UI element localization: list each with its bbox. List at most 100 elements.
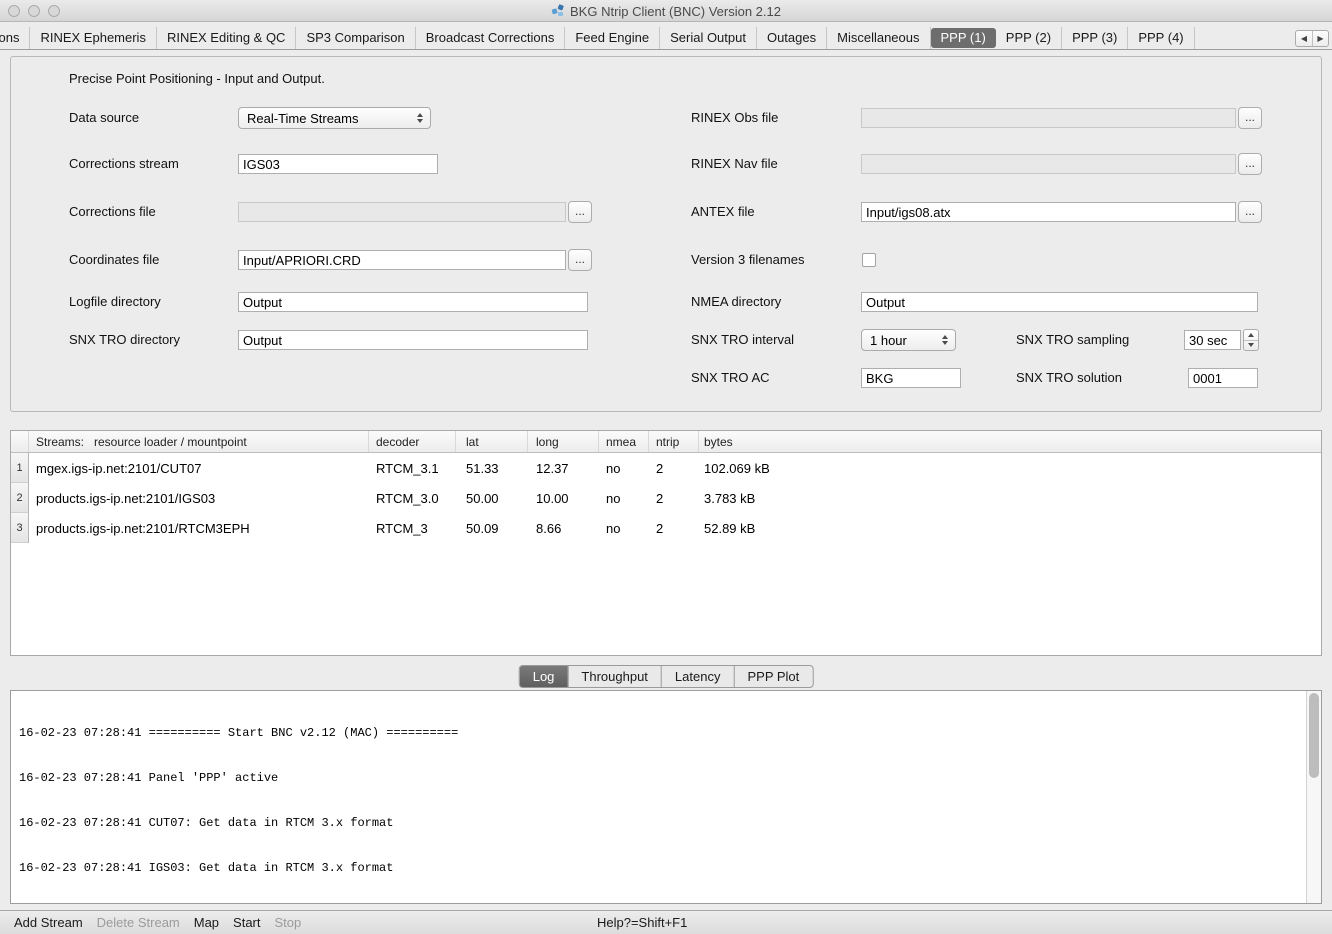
- header-lat: lat: [456, 431, 528, 452]
- log-scrollbar[interactable]: [1306, 691, 1321, 903]
- tab-broadcast-corrections[interactable]: Broadcast Corrections: [416, 27, 566, 49]
- logfile-directory-input[interactable]: [238, 292, 588, 312]
- add-stream-button[interactable]: Add Stream: [14, 915, 83, 930]
- nmea-directory-input[interactable]: [861, 292, 1258, 312]
- header-decoder: decoder: [369, 431, 456, 452]
- tab-outages[interactable]: Outages: [757, 27, 827, 49]
- log-view[interactable]: 16-02-23 07:28:41 ========== Start BNC v…: [10, 690, 1322, 904]
- corrections-stream-input[interactable]: [238, 154, 438, 174]
- minimize-window-button[interactable]: [28, 5, 40, 17]
- snx-tro-directory-input[interactable]: [238, 330, 588, 350]
- delete-stream-button[interactable]: Delete Stream: [97, 915, 180, 930]
- stepper-up-icon[interactable]: [1244, 330, 1258, 340]
- title-bar: BKG Ntrip Client (BNC) Version 2.12: [0, 0, 1332, 22]
- antex-file-input[interactable]: [861, 202, 1236, 222]
- data-source-select[interactable]: Real-Time Streams: [238, 107, 431, 129]
- tab-rinex-editing-qc[interactable]: RINEX Editing & QC: [157, 27, 297, 49]
- rinex-nav-file-label: RINEX Nav file: [691, 156, 778, 171]
- cell-lat: 51.33: [456, 453, 528, 483]
- tab-latency[interactable]: Latency: [661, 666, 734, 687]
- snx-tro-interval-select[interactable]: 1 hour: [861, 329, 956, 351]
- snx-tro-solution-label: SNX TRO solution: [1016, 370, 1122, 385]
- tab-feed-engine[interactable]: Feed Engine: [565, 27, 660, 49]
- window-title: BKG Ntrip Client (BNC) Version 2.12: [570, 4, 781, 19]
- corrections-file-input[interactable]: [238, 202, 566, 222]
- rinex-obs-file-browse-button[interactable]: ...: [1238, 107, 1262, 129]
- header-nmea: nmea: [599, 431, 649, 452]
- snx-tro-sampling-label: SNX TRO sampling: [1016, 332, 1129, 347]
- tab-miscellaneous[interactable]: Miscellaneous: [827, 27, 930, 49]
- cell-nmea: no: [599, 513, 649, 543]
- tab-partial-left[interactable]: tions: [0, 27, 30, 49]
- corrections-stream-label: Corrections stream: [69, 156, 179, 171]
- coordinates-file-browse-button[interactable]: ...: [568, 249, 592, 271]
- cell-mountpoint: products.igs-ip.net:2101/RTCM3EPH: [29, 513, 369, 543]
- rinex-nav-file-input[interactable]: [861, 154, 1236, 174]
- antex-file-label: ANTEX file: [691, 204, 755, 219]
- snx-tro-sampling-stepper[interactable]: [1243, 329, 1259, 351]
- tab-scroll-left-icon[interactable]: ◀: [1296, 31, 1312, 46]
- log-line: 16-02-23 07:28:41 CUT07: Get data in RTC…: [19, 816, 1301, 831]
- app-icon: [551, 4, 565, 18]
- cell-lat: 50.00: [456, 483, 528, 513]
- snx-tro-solution-input[interactable]: [1188, 368, 1258, 388]
- panel-heading: Precise Point Positioning - Input and Ou…: [69, 71, 325, 86]
- tab-ppp-2[interactable]: PPP (2): [996, 27, 1062, 49]
- logfile-directory-label: Logfile directory: [69, 294, 161, 309]
- close-window-button[interactable]: [8, 5, 20, 17]
- tab-rinex-ephemeris[interactable]: RINEX Ephemeris: [30, 27, 156, 49]
- header-ntrip: ntrip: [649, 431, 699, 452]
- cell-bytes: 52.89 kB: [699, 513, 1321, 543]
- row-number: 3: [11, 513, 29, 543]
- cell-nmea: no: [599, 483, 649, 513]
- row-number: 2: [11, 483, 29, 513]
- app-window: BKG Ntrip Client (BNC) Version 2.12 tion…: [0, 0, 1332, 934]
- log-scrollbar-thumb[interactable]: [1309, 693, 1319, 778]
- tab-serial-output[interactable]: Serial Output: [660, 27, 757, 49]
- stepper-down-icon[interactable]: [1244, 340, 1258, 351]
- stop-button[interactable]: Stop: [275, 915, 302, 930]
- snx-tro-sampling-input[interactable]: [1184, 330, 1241, 350]
- tab-ppp-4[interactable]: PPP (4): [1128, 27, 1194, 49]
- streams-table-header: Streams: resource loader / mountpoint de…: [11, 431, 1321, 453]
- snx-tro-ac-input[interactable]: [861, 368, 961, 388]
- version3-filenames-label: Version 3 filenames: [691, 252, 804, 267]
- tab-ppp-3[interactable]: PPP (3): [1062, 27, 1128, 49]
- antex-file-browse-button[interactable]: ...: [1238, 201, 1262, 223]
- tab-scroll-right-icon[interactable]: ▶: [1312, 31, 1328, 46]
- cell-bytes: 102.069 kB: [699, 453, 1321, 483]
- stream-row[interactable]: 2 products.igs-ip.net:2101/IGS03 RTCM_3.…: [11, 483, 1321, 513]
- tab-throughput[interactable]: Throughput: [567, 666, 661, 687]
- header-bytes: bytes: [699, 431, 1321, 452]
- tab-ppp-1[interactable]: PPP (1): [931, 28, 996, 48]
- output-tab-bar: Log Throughput Latency PPP Plot: [519, 665, 814, 688]
- version3-filenames-checkbox[interactable]: [862, 253, 876, 267]
- window-controls: [8, 5, 60, 17]
- rinex-obs-file-label: RINEX Obs file: [691, 110, 778, 125]
- tab-log[interactable]: Log: [520, 666, 568, 687]
- stream-row[interactable]: 3 products.igs-ip.net:2101/RTCM3EPH RTCM…: [11, 513, 1321, 543]
- tab-sp3-comparison[interactable]: SP3 Comparison: [296, 27, 415, 49]
- snx-tro-interval-value: 1 hour: [870, 333, 907, 348]
- coordinates-file-input[interactable]: [238, 250, 566, 270]
- rinex-obs-file-input[interactable]: [861, 108, 1236, 128]
- tab-scroll-buttons: ◀ ▶: [1295, 30, 1329, 47]
- popup-updown-icon: [939, 335, 951, 345]
- zoom-window-button[interactable]: [48, 5, 60, 17]
- cell-bytes: 3.783 kB: [699, 483, 1321, 513]
- start-button[interactable]: Start: [233, 915, 260, 930]
- cell-mountpoint: mgex.igs-ip.net:2101/CUT07: [29, 453, 369, 483]
- cell-ntrip: 2: [649, 483, 699, 513]
- rinex-nav-file-browse-button[interactable]: ...: [1238, 153, 1262, 175]
- corrections-file-browse-button[interactable]: ...: [568, 201, 592, 223]
- stream-row[interactable]: 1 mgex.igs-ip.net:2101/CUT07 RTCM_3.1 51…: [11, 453, 1321, 483]
- cell-decoder: RTCM_3.0: [369, 483, 456, 513]
- help-shortcut-label: Help?=Shift+F1: [597, 915, 687, 930]
- cell-ntrip: 2: [649, 513, 699, 543]
- snx-tro-interval-label: SNX TRO interval: [691, 332, 794, 347]
- log-line: 16-02-23 07:28:41 IGS03: Get data in RTC…: [19, 861, 1301, 876]
- ppp-panel: Precise Point Positioning - Input and Ou…: [10, 56, 1322, 412]
- map-button[interactable]: Map: [194, 915, 219, 930]
- snx-tro-ac-label: SNX TRO AC: [691, 370, 770, 385]
- tab-ppp-plot[interactable]: PPP Plot: [733, 666, 812, 687]
